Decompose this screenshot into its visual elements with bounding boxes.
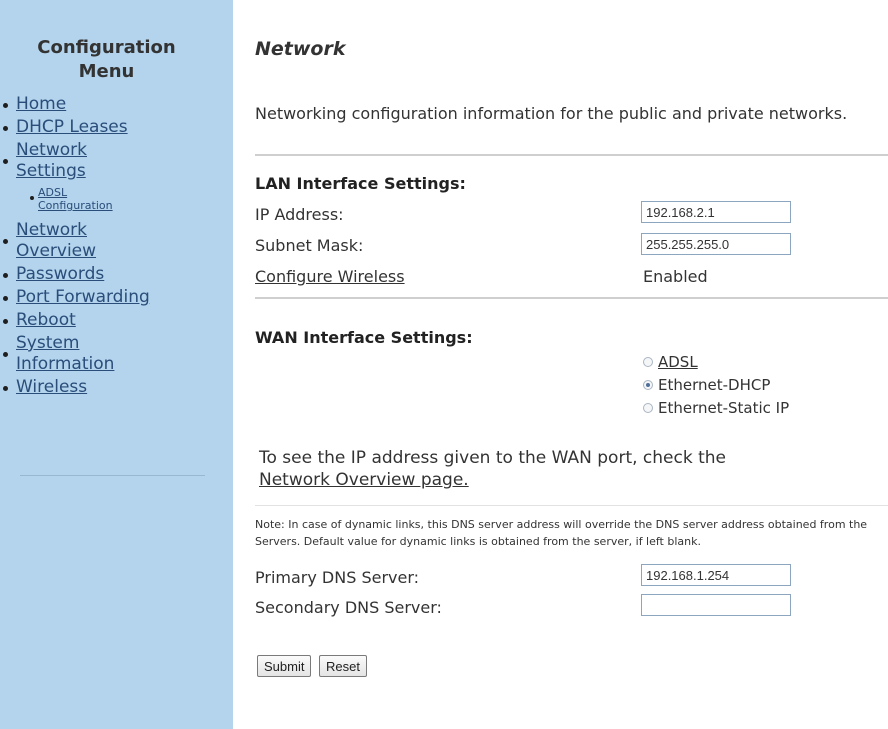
sidebar-subitem-adsl-configuration: ADSL Configuration <box>0 186 233 212</box>
dns-note: Note: In case of dynamic links, this DNS… <box>255 518 868 548</box>
ip-address-label: IP Address: <box>255 205 344 224</box>
passwords-link[interactable]: Passwords <box>16 264 104 284</box>
lan-section-heading: LAN Interface Settings: <box>255 174 466 193</box>
ethernet-static-ip-label: Ethernet-Static IP <box>658 399 790 417</box>
section-divider <box>255 505 888 506</box>
network-settings-line2: Settings <box>16 161 86 181</box>
page-title: Network <box>255 38 346 60</box>
wireless-link[interactable]: Wireless <box>16 377 87 397</box>
network-overview-line1: Network <box>16 220 87 240</box>
wan-ip-note: To see the IP address given to the WAN p… <box>259 447 859 491</box>
wan-ip-note-text: To see the IP address given to the WAN p… <box>259 448 726 468</box>
configure-wireless-row: Configure Wireless <box>255 267 405 286</box>
sidebar-item-network-overview: Network Overview <box>0 220 233 262</box>
network-overview-line2: Overview <box>16 241 97 261</box>
port-forwarding-link[interactable]: Port Forwarding <box>16 287 150 307</box>
menu-title-line1: Configuration <box>37 37 176 58</box>
reboot-link[interactable]: Reboot <box>16 310 76 330</box>
subnet-mask-input[interactable] <box>641 233 791 255</box>
sidebar-item-port-forwarding: Port Forwarding <box>0 287 233 308</box>
sidebar: Configuration Menu Home DHCP Leases Netw… <box>0 0 233 729</box>
secondary-dns-input[interactable] <box>641 594 791 616</box>
adsl-radio[interactable] <box>643 357 653 367</box>
wan-option-ethernet-static-ip[interactable]: Ethernet-Static IP <box>643 399 789 417</box>
wan-section-heading: WAN Interface Settings: <box>255 328 473 347</box>
menu-title-line2: Menu <box>78 61 135 82</box>
menu-title: Configuration Menu <box>0 0 233 84</box>
sidebar-item-system-information: System Information <box>0 333 233 375</box>
primary-dns-label: Primary DNS Server: <box>255 568 420 587</box>
subnet-mask-label: Subnet Mask: <box>255 236 364 255</box>
sidebar-item-dhcp-leases: DHCP Leases <box>0 117 233 138</box>
dhcp-leases-link[interactable]: DHCP Leases <box>16 117 128 137</box>
sidebar-item-wireless: Wireless <box>0 377 233 398</box>
home-link[interactable]: Home <box>16 94 66 114</box>
adsl-configuration-line2: Configuration <box>38 199 113 212</box>
system-information-line2: Information <box>16 354 115 374</box>
sidebar-item-passwords: Passwords <box>0 264 233 285</box>
wan-option-adsl[interactable]: ADSL <box>643 353 698 371</box>
system-information-link[interactable]: System Information <box>16 333 114 374</box>
adsl-option-link[interactable]: ADSL <box>658 353 698 371</box>
system-information-line1: System <box>16 333 80 353</box>
adsl-configuration-line1: ADSL <box>38 186 68 199</box>
section-divider <box>255 297 888 299</box>
sidebar-menu: Home DHCP Leases Network Settings ADSL Con… <box>0 94 233 398</box>
reset-button[interactable]: Reset <box>319 655 367 677</box>
ethernet-dhcp-radio[interactable] <box>643 380 653 390</box>
wan-option-ethernet-dhcp[interactable]: Ethernet-DHCP <box>643 376 770 394</box>
configure-wireless-link[interactable]: Configure Wireless <box>255 267 405 286</box>
ethernet-dhcp-label: Ethernet-DHCP <box>658 376 771 394</box>
wireless-status: Enabled <box>643 267 708 286</box>
ethernet-static-ip-radio[interactable] <box>643 403 653 413</box>
sidebar-divider <box>20 475 205 476</box>
adsl-configuration-link[interactable]: ADSL Configuration <box>38 186 113 212</box>
network-settings-line1: Network <box>16 140 87 160</box>
network-settings-link[interactable]: Network Settings <box>16 140 87 181</box>
secondary-dns-label: Secondary DNS Server: <box>255 598 442 617</box>
ip-address-input[interactable] <box>641 201 791 223</box>
sidebar-item-reboot: Reboot <box>0 310 233 331</box>
sidebar-item-home: Home <box>0 94 233 115</box>
submit-button[interactable]: Submit <box>257 655 312 677</box>
section-divider <box>255 154 888 156</box>
primary-dns-input[interactable] <box>641 564 791 586</box>
sidebar-item-network-settings: Network Settings <box>0 140 233 182</box>
network-overview-link[interactable]: Network Overview <box>16 220 96 261</box>
network-overview-page-link[interactable]: Network Overview page. <box>259 470 469 490</box>
page-description: Networking configuration information for… <box>255 104 848 123</box>
